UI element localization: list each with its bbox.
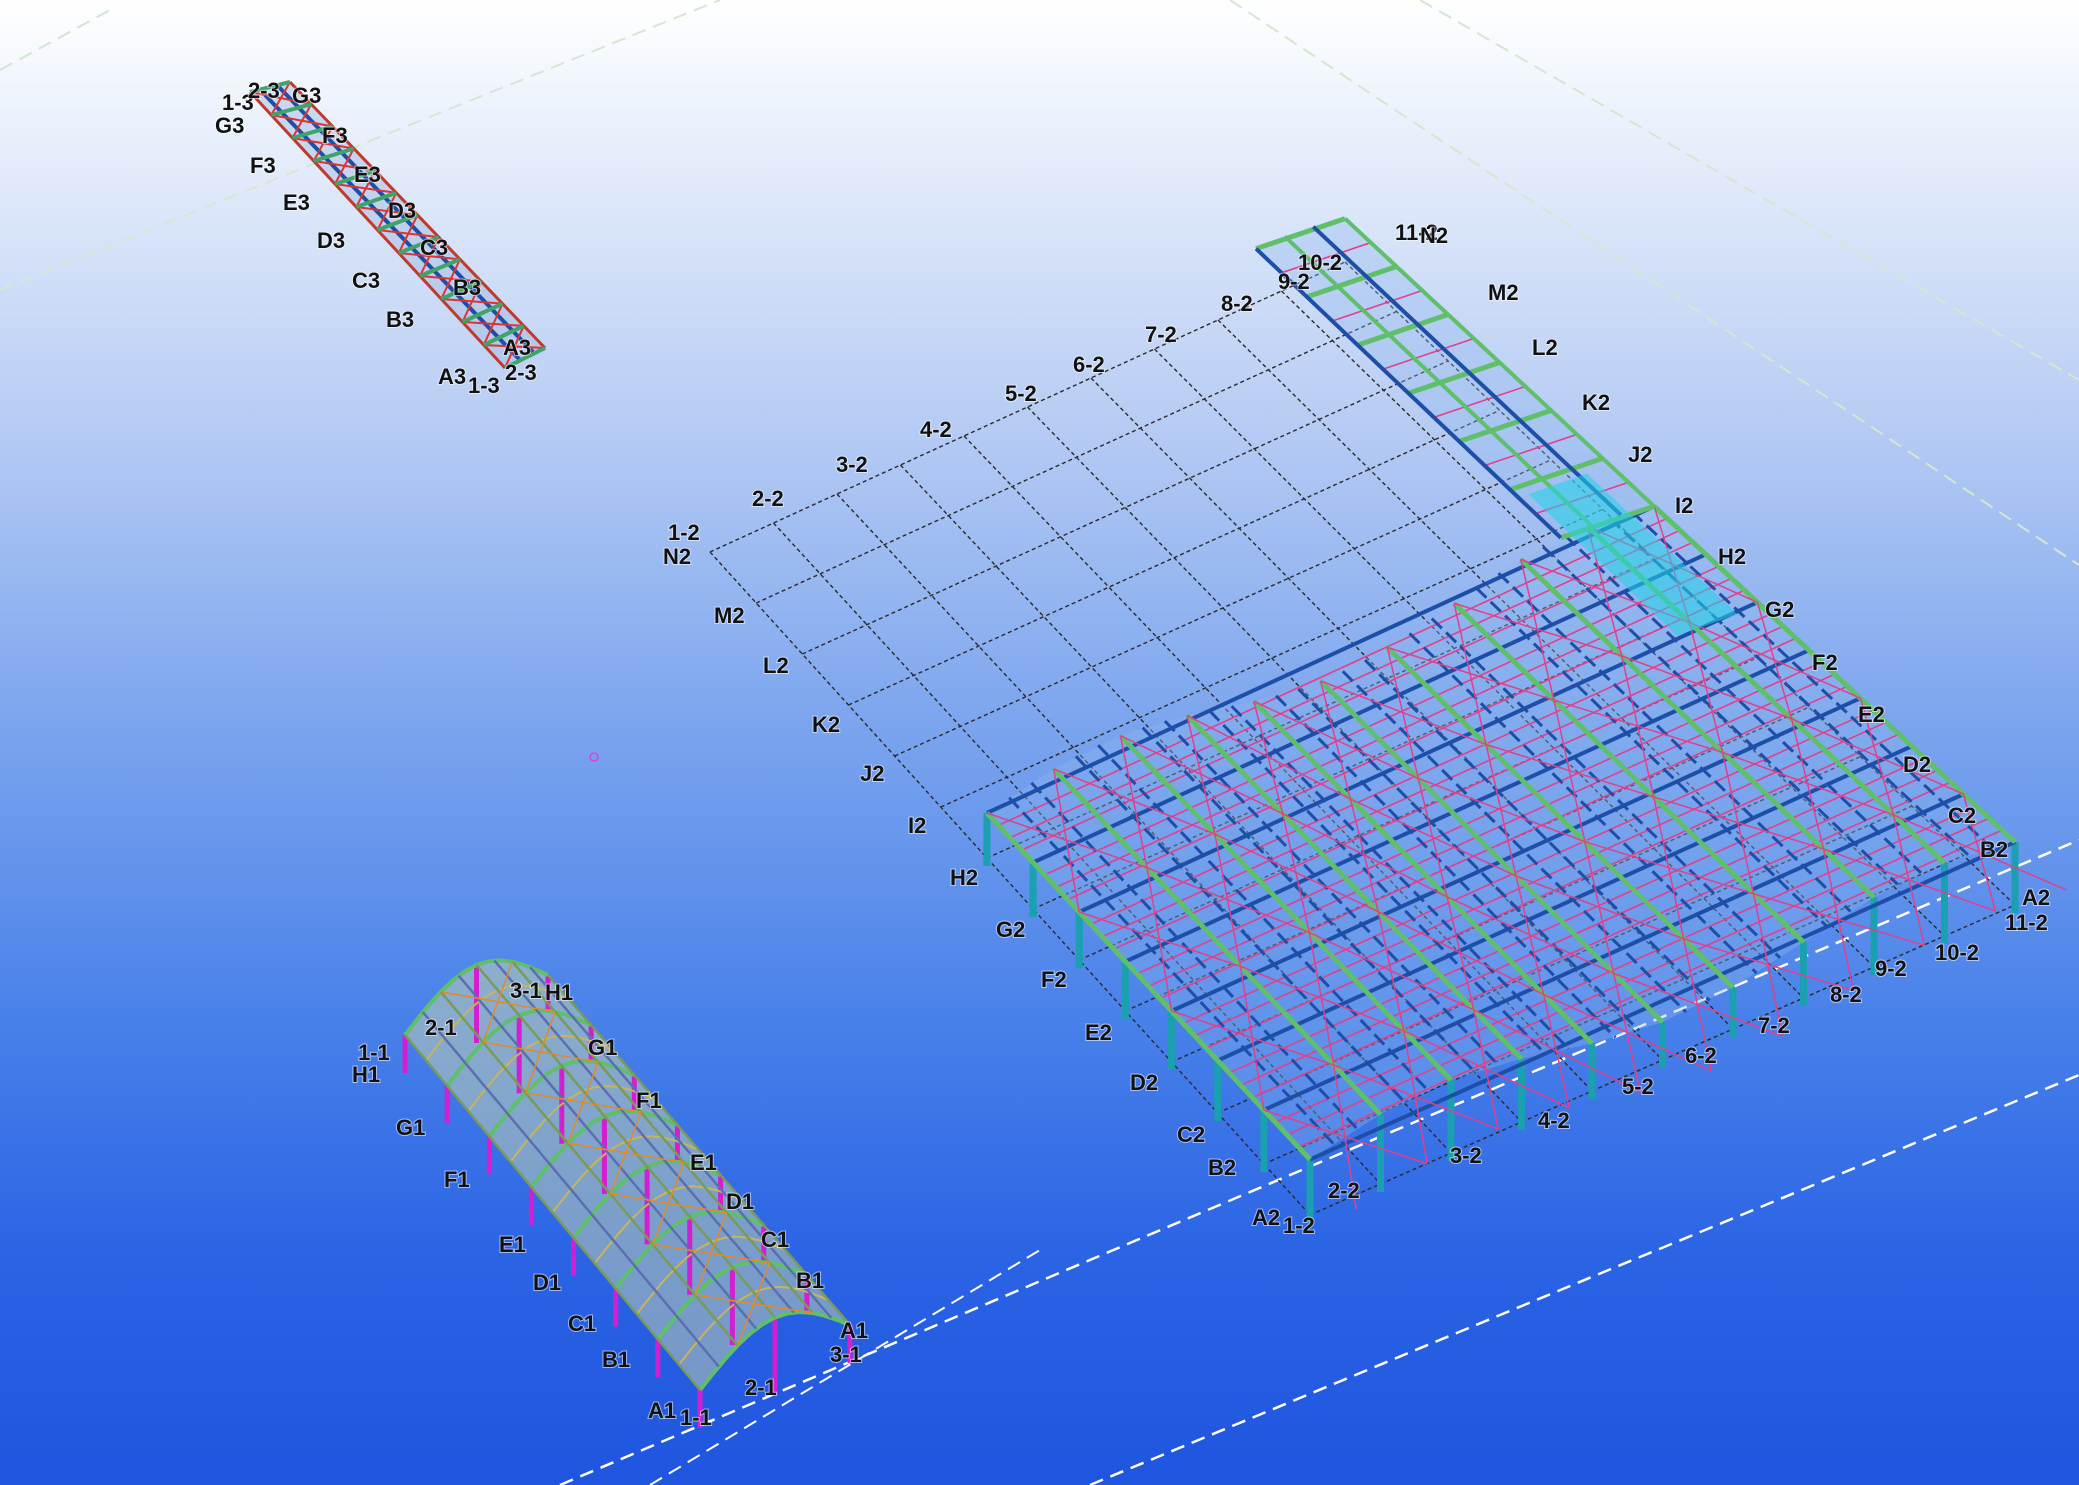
s1-row-label-left: C1 <box>568 1311 596 1336</box>
s1-row-label-left: A1 <box>648 1398 676 1423</box>
main-row-label-left: B2 <box>1208 1155 1236 1180</box>
strip-beam <box>1283 234 1593 527</box>
s3-row-label-right: B3 <box>453 275 481 300</box>
main-col-label-bottom: 10-2 <box>1935 940 1979 965</box>
main-row-label-right: N2 <box>1420 223 1448 248</box>
main-row-label-right: F2 <box>1812 650 1838 675</box>
main-row-label-right: L2 <box>1532 335 1558 360</box>
main-row-label-left: J2 <box>860 761 884 786</box>
main-col-label-bottom: 4-2 <box>1538 1108 1570 1133</box>
s1-row-label-right: A1 <box>840 1318 868 1343</box>
s3-row-label-right: C3 <box>420 235 448 260</box>
main-col-label-top: 2-2 <box>752 486 784 511</box>
main-col-label-top: 10-2 <box>1298 250 1342 275</box>
model-viewport[interactable]: G3 F3 E3 D3 C3 B3 A3 F3 E3 D3 C3 B3 A3 1-3 2-3 G3 1-3 2-3… <box>0 0 2079 1485</box>
main-col-label-top: 6-2 <box>1073 352 1105 377</box>
main-row-label-left: L2 <box>763 653 789 678</box>
main-row-label-left: A2 <box>1252 1205 1280 1230</box>
s1-col-label-top: 2-1 <box>425 1015 457 1040</box>
main-row-label-right: B2 <box>1980 837 2008 862</box>
main-col-label-top: 7-2 <box>1145 322 1177 347</box>
s3-row-label-right: E3 <box>354 162 381 187</box>
s1-row-label-right: G1 <box>588 1035 617 1060</box>
main-col-label-top: 1-2 <box>668 520 700 545</box>
s3-row-label-right: F3 <box>322 123 348 148</box>
main-col-label-bottom: 9-2 <box>1875 956 1907 981</box>
s1-col-label-bottom: 1-1 <box>680 1405 712 1430</box>
s1-row-label-right: D1 <box>726 1189 754 1214</box>
model-scene: G3F3E3D3C3B3A3F3E3D3C3B3A31-32-3 G31-32-3… <box>0 0 2079 1485</box>
main-row-label-left: K2 <box>812 712 840 737</box>
s3-row-label: A3 <box>438 364 466 389</box>
main-col-label-top: 3-2 <box>836 452 868 477</box>
s1-row-label-left: H1 <box>352 1062 380 1087</box>
main-row-label-right: D2 <box>1903 752 1931 777</box>
s1-row-label-right: E1 <box>690 1150 717 1175</box>
s3-row-label: G3 <box>215 113 244 138</box>
s1-row-label-left: D1 <box>533 1270 561 1295</box>
s1-row-label-right: H1 <box>545 980 573 1005</box>
s1-row-label-left: G1 <box>396 1115 425 1140</box>
strip-beam <box>1311 225 1623 517</box>
main-row-label-left: C2 <box>1177 1122 1205 1147</box>
main-row-label-right: E2 <box>1858 702 1885 727</box>
s3-row-label: C3 <box>352 268 380 293</box>
main-col-label-bottom: 8-2 <box>1830 982 1862 1007</box>
s3-col-label: 2-3 <box>248 78 280 103</box>
s1-col-label-bottom: 3-1 <box>830 1342 862 1367</box>
s3-col-label: 1-3 <box>468 373 500 398</box>
main-row-label-right: H2 <box>1718 544 1746 569</box>
s1-row-label-right: F1 <box>636 1088 662 1113</box>
s3-col-label: G3 <box>292 83 321 108</box>
main-col-label-bottom: 7-2 <box>1758 1013 1790 1038</box>
s1-col-label-bottom: 2-1 <box>745 1375 777 1400</box>
s1-row-label-left: F1 <box>444 1167 470 1192</box>
main-row-label-right: I2 <box>1675 493 1693 518</box>
main-col-label-bottom: 6-2 <box>1685 1043 1717 1068</box>
main-col-label-top: 4-2 <box>920 417 952 442</box>
s3-col-label: 2-3 <box>505 360 537 385</box>
main-row-label-left: M2 <box>714 603 745 628</box>
s3-row-label: F3 <box>250 153 276 178</box>
s3-row-label-right: D3 <box>388 198 416 223</box>
main-row-label-right: J2 <box>1628 442 1652 467</box>
roof-surface <box>986 506 2015 1160</box>
s3-row-label: D3 <box>317 228 345 253</box>
main-row-label-right: K2 <box>1582 390 1610 415</box>
s3-row-label-right: A3 <box>503 335 531 360</box>
main-col-label-top: 5-2 <box>1005 381 1037 406</box>
s1-col-label-top: 3-1 <box>510 978 542 1003</box>
main-col-label-top: 8-2 <box>1221 291 1253 316</box>
main-row-label-left: N2 <box>663 544 691 569</box>
s1-row-label-left: E1 <box>499 1232 526 1257</box>
cursor-icon <box>589 752 599 762</box>
main-row-label-left: G2 <box>996 917 1025 942</box>
s1-col-label-top: 1-1 <box>358 1040 390 1065</box>
main-col-label-bottom: 3-2 <box>1450 1143 1482 1168</box>
main-row-label-left: D2 <box>1130 1070 1158 1095</box>
main-row-label-right: M2 <box>1488 280 1519 305</box>
s1-row-label-right: C1 <box>761 1227 789 1252</box>
main-row-label-right: G2 <box>1765 597 1794 622</box>
main-col-label-bottom: 11-2 <box>2005 910 2048 935</box>
main-row-label-right: A2 <box>2022 885 2050 910</box>
s1-row-label-left: B1 <box>602 1347 630 1372</box>
main-row-label-right: C2 <box>1948 803 1976 828</box>
s3-row-label: B3 <box>386 307 414 332</box>
main-row-label-left: E2 <box>1085 1020 1112 1045</box>
main-row-label-left: F2 <box>1041 967 1067 992</box>
s3-row-label: E3 <box>283 190 310 215</box>
main-col-label-bottom: 2-2 <box>1328 1178 1360 1203</box>
s1-row-label-right: B1 <box>796 1268 824 1293</box>
main-row-label-left: I2 <box>908 813 926 838</box>
main-col-label-bottom: 1-2 <box>1283 1213 1315 1238</box>
main-row-label-left: H2 <box>950 865 978 890</box>
main-col-label-bottom: 5-2 <box>1622 1074 1654 1099</box>
